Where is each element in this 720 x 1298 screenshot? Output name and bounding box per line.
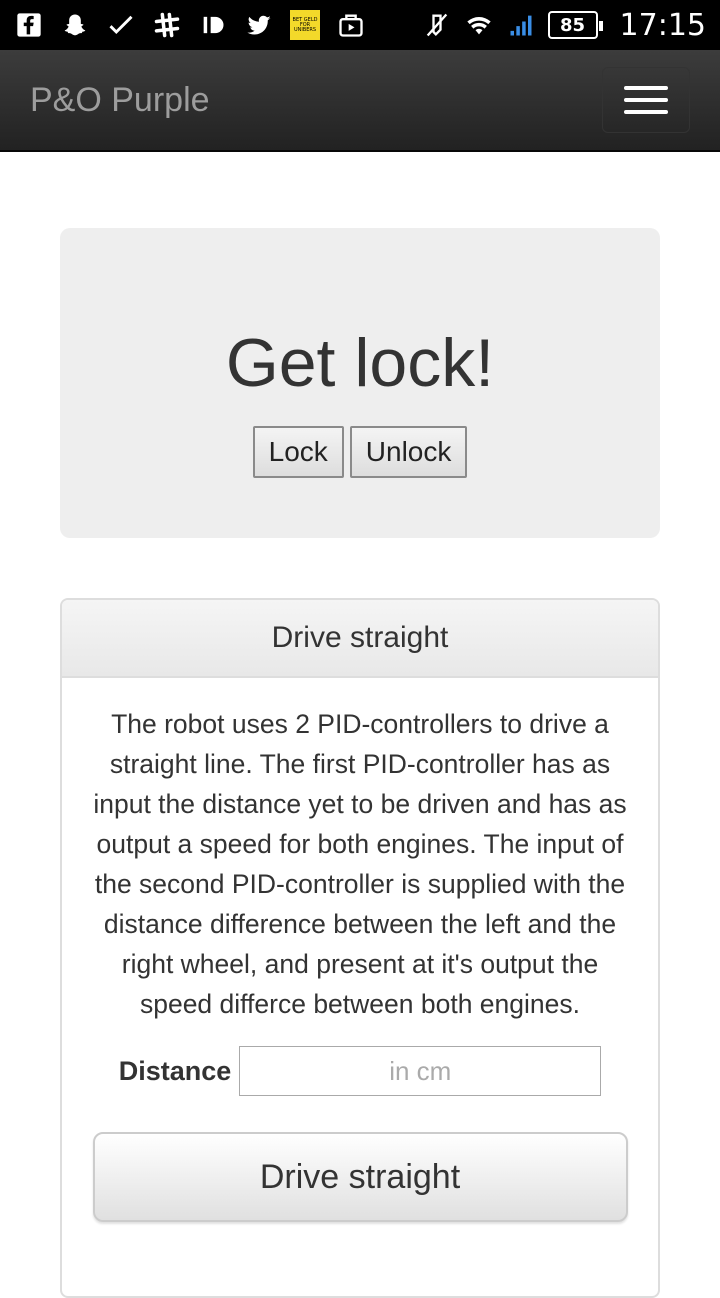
drive-straight-panel: Drive straight The robot uses 2 PID-cont…	[60, 598, 660, 1298]
battery-icon: 85	[547, 11, 603, 39]
signal-icon	[506, 10, 536, 40]
panel-body: The robot uses 2 PID-controllers to driv…	[62, 678, 658, 1222]
hamburger-icon-bar	[624, 110, 668, 114]
video-store-icon	[336, 10, 366, 40]
navbar-brand[interactable]: P&O Purple	[30, 81, 210, 120]
wifi-icon	[464, 10, 494, 40]
menu-toggle-button[interactable]	[602, 67, 690, 133]
clock: 17:15	[619, 7, 706, 43]
hamburger-icon-bar	[624, 98, 668, 102]
snapchat-icon	[60, 10, 90, 40]
page-title: Get lock!	[225, 325, 495, 401]
twitter-icon	[244, 10, 274, 40]
lock-button-group: Lock Unlock	[60, 426, 660, 478]
check-icon	[106, 10, 136, 40]
status-icons-left: BET GELD FOR UNIBERS	[14, 10, 366, 40]
slack-icon	[152, 10, 182, 40]
panel-description: The robot uses 2 PID-controllers to driv…	[93, 709, 627, 1019]
hamburger-icon	[624, 86, 668, 90]
panel-heading: Drive straight	[62, 600, 658, 678]
distance-input[interactable]	[239, 1046, 602, 1096]
app-badge-icon: BET GELD FOR UNIBERS	[290, 10, 320, 40]
navbar: P&O Purple	[0, 50, 720, 152]
distance-label: Distance	[118, 1055, 232, 1086]
distance-form-row: Distance	[86, 1046, 634, 1096]
id-icon	[198, 10, 228, 40]
lock-button[interactable]: Lock	[252, 426, 344, 478]
status-bar: BET GELD FOR UNIBERS 85 17:15	[0, 0, 720, 50]
drive-straight-button[interactable]: Drive straight	[92, 1132, 628, 1222]
lock-jumbotron: Get lock! Lock Unlock	[60, 228, 660, 538]
mute-icon	[422, 10, 452, 40]
status-icons-right: 85 17:15	[422, 8, 706, 43]
facebook-icon	[14, 10, 44, 40]
unlock-button[interactable]: Unlock	[349, 426, 468, 478]
